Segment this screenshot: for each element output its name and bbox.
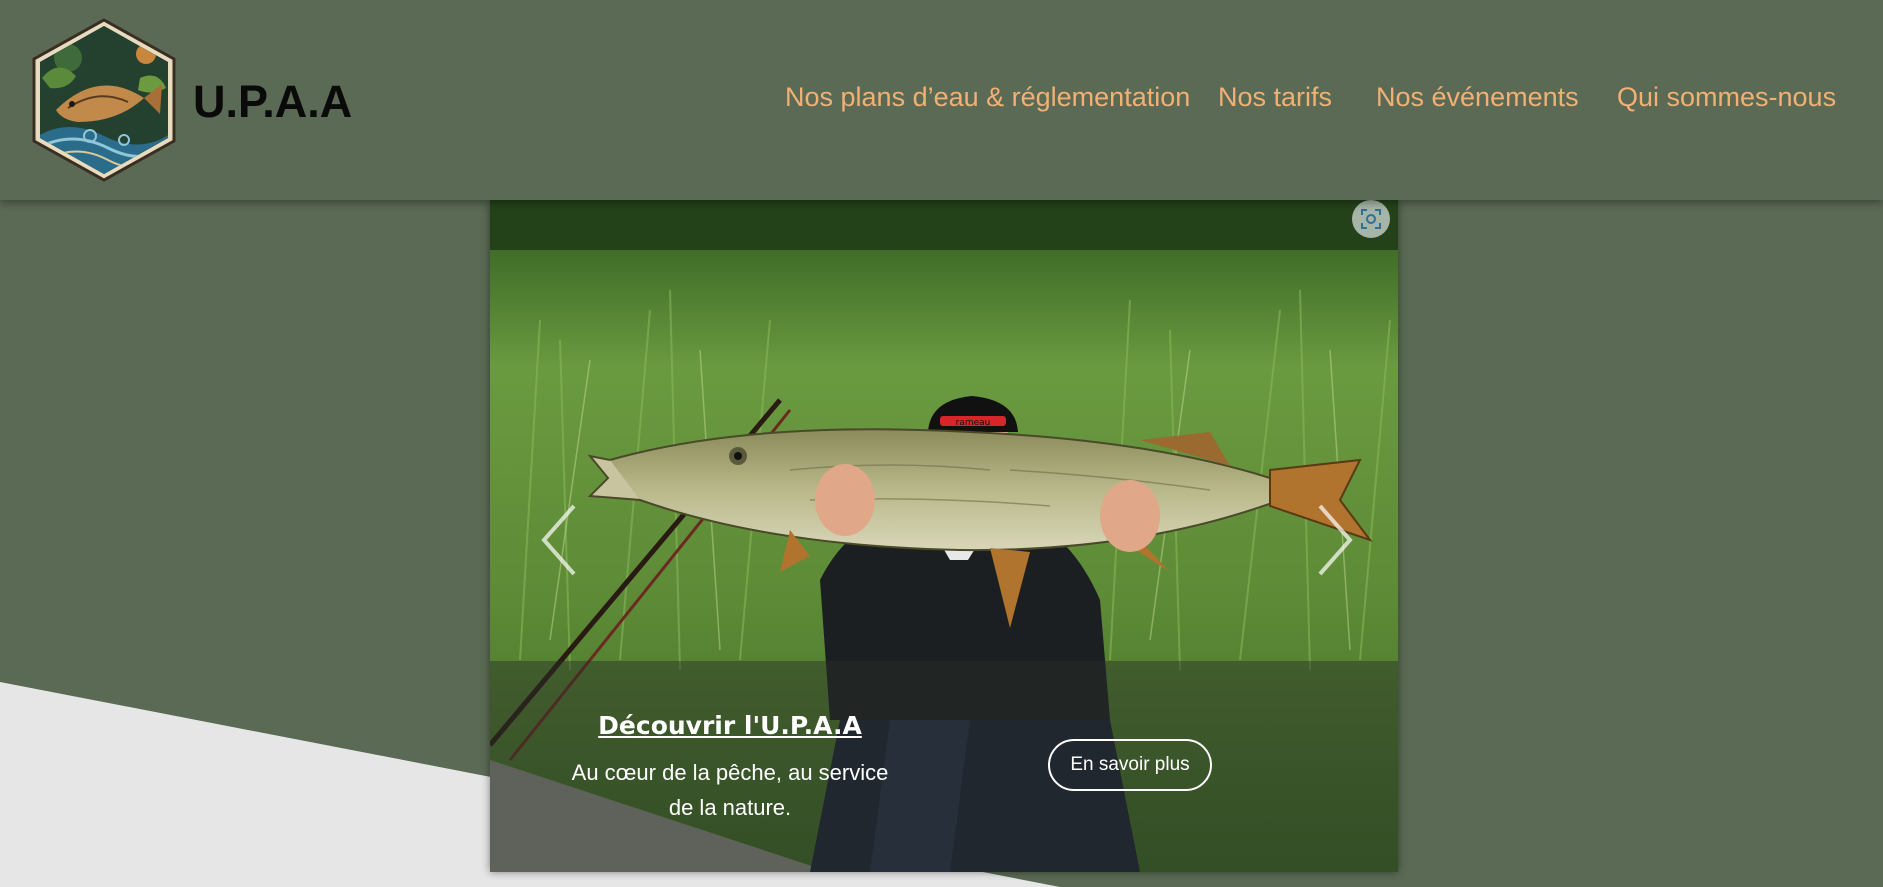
cap-logo-text: rameau — [956, 418, 991, 428]
hero-carousel: rameau Découvrir l'U.P.A.A Au cœur de la… — [490, 200, 1398, 872]
nav-tarifs[interactable]: Nos tarifs — [1218, 82, 1332, 113]
zoom-icon[interactable] — [1352, 200, 1390, 238]
chevron-left-icon[interactable] — [536, 500, 582, 580]
nav-plans-eau[interactable]: Nos plans d’eau & réglementation — [785, 82, 1190, 113]
page: U.P.A.A Nos plans d’eau & réglementation… — [0, 0, 1883, 887]
nav-qui-sommes-nous[interactable]: Qui sommes-nous — [1617, 82, 1836, 113]
learn-more-button[interactable]: En savoir plus — [1048, 739, 1212, 791]
caption-text: Au cœur de la pêche, au service de la na… — [571, 760, 889, 820]
nav-evenements[interactable]: Nos événements — [1376, 82, 1579, 113]
main-nav: Nos plans d’eau & réglementation Nos tar… — [0, 82, 1883, 122]
caption-title-link[interactable]: Découvrir l'U.P.A.A — [490, 711, 970, 740]
chevron-right-icon[interactable] — [1312, 500, 1358, 580]
site-header: U.P.A.A Nos plans d’eau & réglementation… — [0, 0, 1883, 200]
